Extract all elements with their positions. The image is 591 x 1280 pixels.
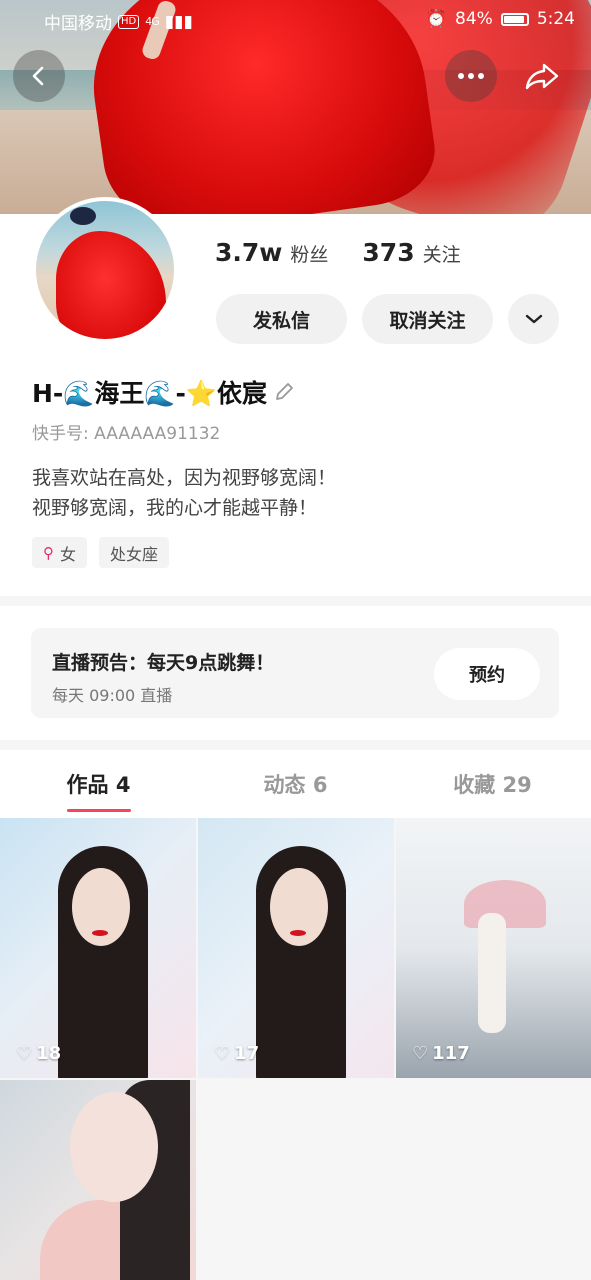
reserve-button[interactable]: 预约	[434, 648, 540, 700]
clock: 5:24	[536, 9, 575, 29]
like-count: ♡ 17	[214, 1043, 259, 1064]
chevron-left-icon	[32, 66, 44, 86]
stats-row: 3.7w 粉丝 373 关注	[215, 238, 461, 267]
chevron-down-icon	[525, 314, 542, 324]
signal-icon: ▮▮▮	[164, 11, 193, 32]
following-label: 关注	[422, 244, 461, 266]
tab-moments[interactable]: 动态 6	[197, 750, 394, 818]
alarm-icon: ⏰	[425, 9, 448, 29]
live-notice-time: 每天 09:00 直播	[52, 686, 173, 705]
zodiac-label: 处女座	[110, 544, 159, 564]
more-button[interactable]	[445, 50, 497, 102]
bio-line: 我喜欢站在高处，因为视野够宽阔！	[32, 467, 337, 489]
share-icon	[525, 63, 559, 90]
like-count: ♡ 117	[412, 1043, 470, 1064]
gender-label: 女	[60, 544, 77, 564]
unfollow-button[interactable]: 取消关注	[362, 294, 493, 344]
section-divider	[0, 740, 591, 750]
section-divider	[0, 596, 591, 606]
heart-icon: ♡	[412, 1043, 429, 1064]
content-tabs: 作品 4 动态 6 收藏 29	[0, 750, 591, 818]
followers-label: 粉丝	[290, 244, 329, 266]
work-thumbnail[interactable]: ♡ 117	[396, 818, 591, 1078]
network-label: 4G	[145, 15, 159, 28]
followers-stat[interactable]: 3.7w 粉丝	[215, 238, 328, 267]
back-button[interactable]	[13, 50, 65, 102]
heart-icon: ♡	[16, 1043, 33, 1064]
work-thumbnail[interactable]: ♡ 18	[0, 818, 196, 1078]
more-dots-icon	[458, 73, 484, 79]
edit-pencil-icon[interactable]	[273, 381, 295, 403]
works-grid: ♡ 18 ♡ 17 ♡ 117	[0, 818, 591, 1280]
avatar[interactable]	[32, 197, 178, 343]
battery-icon	[500, 12, 529, 26]
battery-percent: 84%	[455, 9, 493, 29]
username: H-🌊海王🌊-⭐依宸	[32, 379, 268, 408]
like-count-value: 17	[234, 1043, 260, 1064]
female-icon: ⚲	[43, 543, 54, 562]
live-notice-title: 直播预告：每天9点跳舞！	[52, 652, 275, 674]
work-thumbnail[interactable]: ♡ 17	[198, 818, 394, 1078]
tab-favorites[interactable]: 收藏 29	[394, 750, 591, 818]
profile-page: 中国移动 HD 4G ▮▮▮ ⏰ 84% 5:24 3.7w 粉丝 373 关注…	[0, 0, 591, 1280]
like-count-value: 18	[36, 1043, 62, 1064]
following-count: 373	[362, 238, 415, 267]
zodiac-tag: 处女座	[99, 537, 170, 568]
share-button[interactable]	[516, 50, 568, 102]
following-stat[interactable]: 373 关注	[362, 238, 460, 267]
kuaishou-id: 快手号: AAAAAA91132	[32, 424, 221, 444]
status-bar: 中国移动 HD 4G ▮▮▮ ⏰ 84% 5:24	[0, 0, 591, 40]
followers-count: 3.7w	[215, 238, 283, 267]
tab-works[interactable]: 作品 4	[0, 750, 197, 818]
live-notice-card[interactable]: 直播预告：每天9点跳舞！ 每天 09:00 直播 预约	[31, 628, 559, 718]
expand-button[interactable]	[508, 294, 559, 344]
like-count: ♡ 18	[16, 1043, 61, 1064]
tags-row: ⚲ 女 处女座	[32, 537, 170, 568]
gender-tag: ⚲ 女	[32, 537, 88, 568]
hd-badge: HD	[118, 14, 140, 29]
bio-line: 视野够宽阔，我的心才能越平静！	[32, 497, 318, 519]
work-thumbnail[interactable]	[0, 1080, 196, 1280]
heart-icon: ♡	[214, 1043, 231, 1064]
carrier-label: 中国移动	[44, 14, 112, 34]
bio: 我喜欢站在高处，因为视野够宽阔！ 视野够宽阔，我的心才能越平静！	[32, 463, 336, 523]
message-button[interactable]: 发私信	[216, 294, 347, 344]
like-count-value: 117	[432, 1043, 470, 1064]
username-row: H-🌊海王🌊-⭐依宸	[32, 374, 295, 410]
